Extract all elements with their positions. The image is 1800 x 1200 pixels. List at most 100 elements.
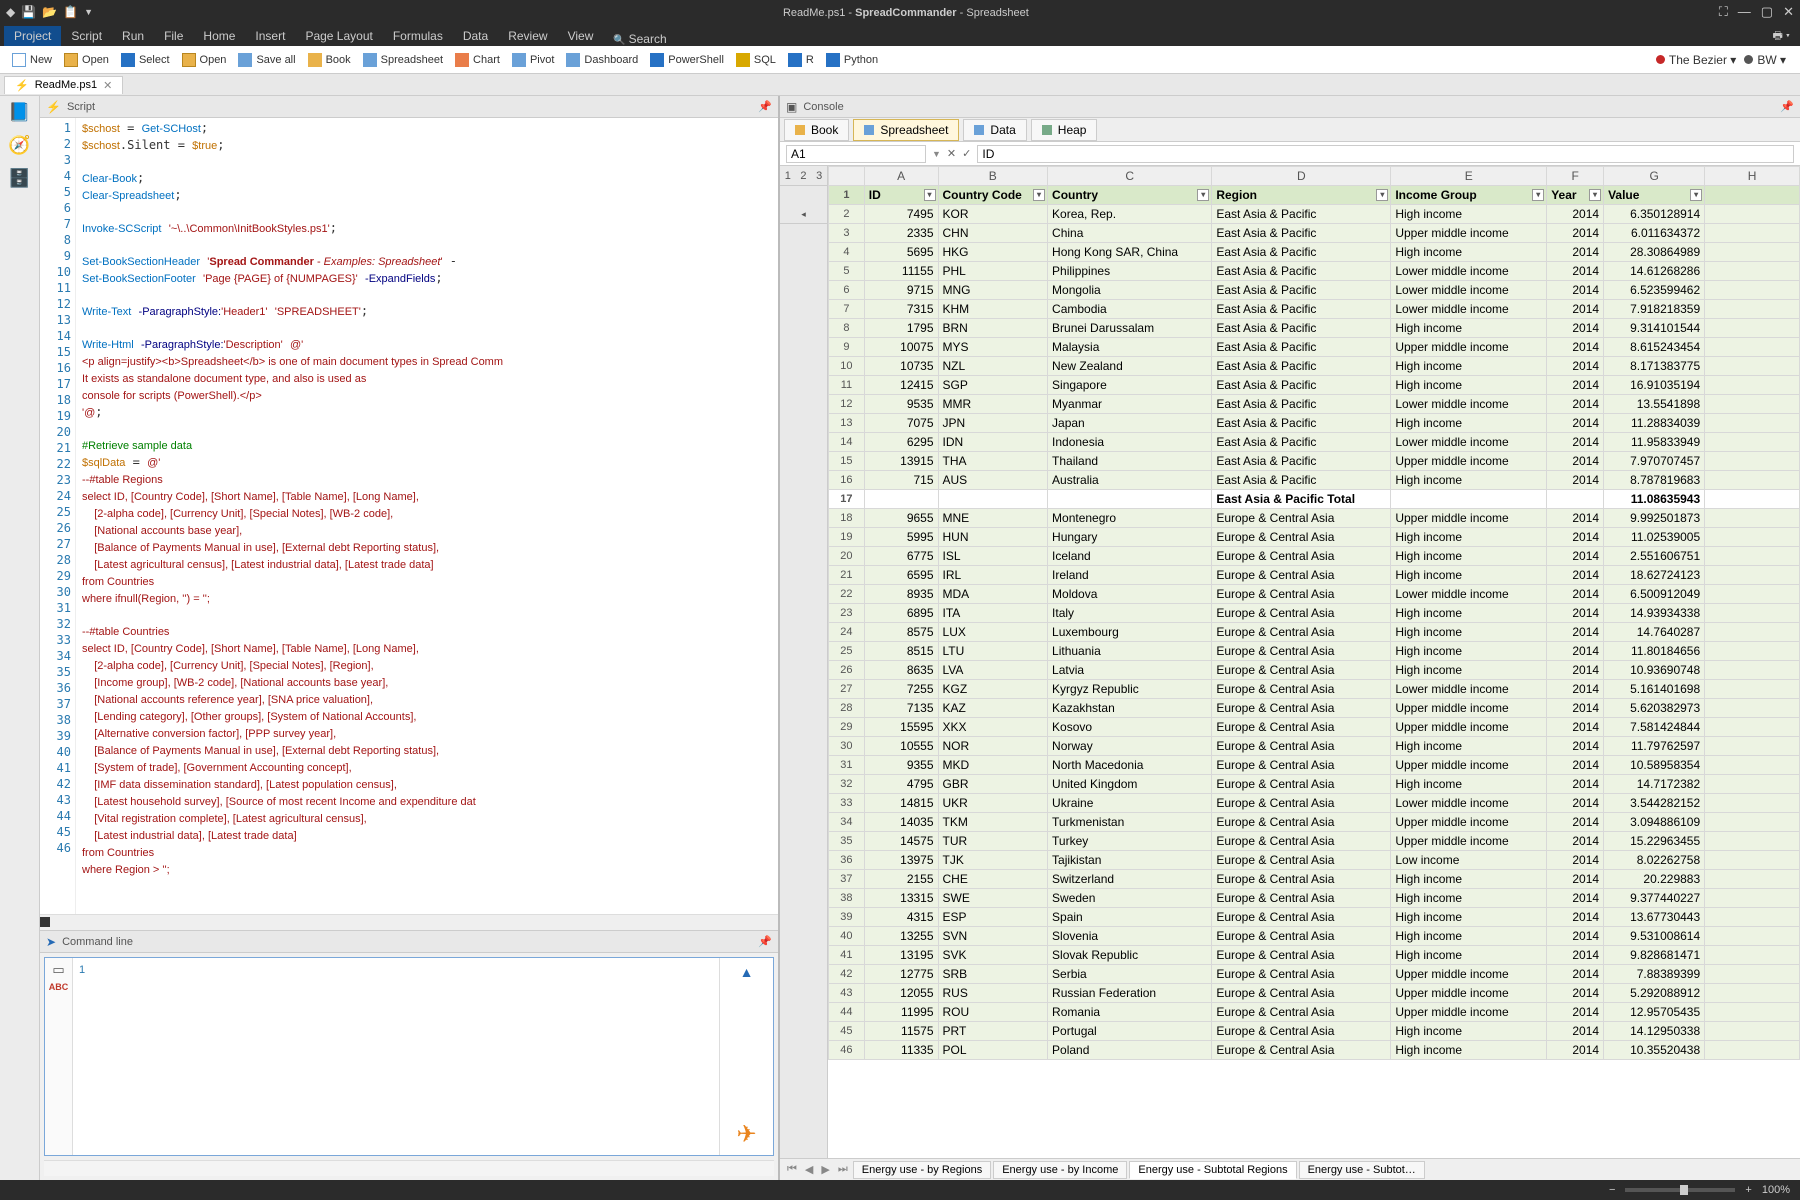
row-header[interactable]: 16 — [829, 471, 865, 490]
outline-collapse-icon[interactable]: ◂ — [801, 209, 806, 220]
table-row[interactable]: 3514575TURTurkeyEurope & Central AsiaUpp… — [829, 832, 1800, 851]
chart-button[interactable]: Chart — [449, 50, 506, 70]
table-row[interactable]: 27495KORKorea, Rep.East Asia & PacificHi… — [829, 205, 1800, 224]
r-button[interactable]: R — [782, 50, 820, 70]
table-row[interactable]: 4212775SRBSerbiaEurope & Central AsiaUpp… — [829, 965, 1800, 984]
col-header[interactable]: G — [1604, 167, 1705, 186]
open-button[interactable]: Open — [176, 50, 233, 70]
pivot-button[interactable]: Pivot — [506, 50, 560, 70]
col-header[interactable]: D — [1212, 167, 1391, 186]
close-icon[interactable]: ✕ — [1783, 4, 1794, 20]
python-button[interactable]: Python — [820, 50, 884, 70]
table-row[interactable]: 268635LVALatviaEurope & Central AsiaHigh… — [829, 661, 1800, 680]
row-header[interactable]: 29 — [829, 718, 865, 737]
row-header[interactable]: 11 — [829, 376, 865, 395]
new-button[interactable]: New — [6, 50, 58, 70]
row-header[interactable]: 45 — [829, 1022, 865, 1041]
maximize-icon[interactable]: ▢ — [1761, 4, 1773, 20]
table-header-cell[interactable]: Region▾ — [1212, 186, 1391, 205]
table-row[interactable]: 4411995ROURomaniaEurope & Central AsiaUp… — [829, 1003, 1800, 1022]
fullscreen-icon[interactable]: ⛶ — [1719, 4, 1728, 20]
filter-icon[interactable]: ▾ — [924, 189, 936, 201]
row-header[interactable]: 32 — [829, 775, 865, 794]
table-row[interactable]: 3813315SWESwedenEurope & Central AsiaHig… — [829, 889, 1800, 908]
editor-content[interactable]: $schost = Get-SCHost; $schost.Silent = $… — [76, 118, 778, 914]
map-tool-icon[interactable]: 🧭 — [8, 135, 30, 156]
book-button[interactable]: Book — [302, 50, 357, 70]
cmdline-ruler-icon[interactable]: ▭ — [52, 962, 64, 978]
row-header[interactable]: 46 — [829, 1041, 865, 1060]
table-row[interactable]: 1112415SGPSingaporeEast Asia & PacificHi… — [829, 376, 1800, 395]
row-header[interactable]: 35 — [829, 832, 865, 851]
sheet-nav-first[interactable]: ⏮ — [784, 1163, 800, 1176]
row-header[interactable]: 20 — [829, 547, 865, 566]
zoom-in-icon[interactable]: + — [1745, 1184, 1751, 1196]
table-row[interactable]: 81795BRNBrunei DarussalamEast Asia & Pac… — [829, 319, 1800, 338]
row-header[interactable]: 15 — [829, 452, 865, 471]
table-row[interactable]: 3613975TJKTajikistanEurope & Central Asi… — [829, 851, 1800, 870]
table-row[interactable]: 16715AUSAustraliaEast Asia & PacificHigh… — [829, 471, 1800, 490]
table-row[interactable]: 77315KHMCambodiaEast Asia & PacificLower… — [829, 300, 1800, 319]
theme-bw[interactable]: BW ▾ — [1744, 53, 1786, 67]
table-row[interactable]: 394315ESPSpainEurope & Central AsiaHigh … — [829, 908, 1800, 927]
spreadsheet-button[interactable]: Spreadsheet — [357, 50, 449, 70]
ribbon-tab-project[interactable]: Project — [4, 26, 61, 46]
row-header[interactable]: 21 — [829, 566, 865, 585]
filter-icon[interactable]: ▾ — [1589, 189, 1601, 201]
table-row[interactable]: 910075MYSMalaysiaEast Asia & PacificUppe… — [829, 338, 1800, 357]
table-header-cell[interactable]: Country Code▾ — [938, 186, 1048, 205]
row-header[interactable]: 33 — [829, 794, 865, 813]
db-tool-icon[interactable]: 🗄️ — [8, 168, 30, 189]
cmdline-send-icon[interactable]: ✈ — [736, 1120, 756, 1149]
qat-paste-icon[interactable]: 📋 — [63, 5, 78, 19]
row-header[interactable]: 10 — [829, 357, 865, 376]
row-header[interactable]: 28 — [829, 699, 865, 718]
row-header[interactable]: 31 — [829, 756, 865, 775]
cmdline-abc-icon[interactable]: ABC — [49, 982, 69, 992]
viewtab-spreadsheet[interactable]: Spreadsheet — [853, 119, 959, 141]
row-header[interactable]: 34 — [829, 813, 865, 832]
sheet-tab[interactable]: Energy use - by Income — [993, 1161, 1127, 1179]
table-row[interactable]: 287135KAZKazakhstanEurope & Central Asia… — [829, 699, 1800, 718]
table-row[interactable]: 3010555NORNorwayEurope & Central AsiaHig… — [829, 737, 1800, 756]
table-row[interactable]: 1010735NZLNew ZealandEast Asia & Pacific… — [829, 357, 1800, 376]
ribbon-tab-home[interactable]: Home — [193, 26, 245, 46]
zoom-slider[interactable] — [1625, 1188, 1735, 1192]
ribbon-tab-data[interactable]: Data — [453, 26, 498, 46]
table-header-cell[interactable]: Value▾ — [1604, 186, 1705, 205]
sheet-tab[interactable]: Energy use - by Regions — [853, 1161, 991, 1179]
ribbon-tab-run[interactable]: Run — [112, 26, 154, 46]
row-header[interactable]: 22 — [829, 585, 865, 604]
sheet-nav-next[interactable]: ▶ — [818, 1163, 832, 1176]
row-header[interactable]: 7 — [829, 300, 865, 319]
table-row[interactable]: 324795GBRUnited KingdomEurope & Central … — [829, 775, 1800, 794]
table-row[interactable]: 277255KGZKyrgyz RepublicEurope & Central… — [829, 680, 1800, 699]
table-row[interactable]: 4511575PRTPortugalEurope & Central AsiaH… — [829, 1022, 1800, 1041]
table-row[interactable]: 258515LTULithuaniaEurope & Central AsiaH… — [829, 642, 1800, 661]
table-row[interactable]: 189655MNEMontenegroEurope & Central Asia… — [829, 509, 1800, 528]
powershell-button[interactable]: PowerShell — [644, 50, 730, 70]
row-header[interactable]: 30 — [829, 737, 865, 756]
row-header[interactable]: 19 — [829, 528, 865, 547]
zoom-out-icon[interactable]: − — [1609, 1184, 1615, 1196]
col-header[interactable]: F — [1547, 167, 1604, 186]
row-header[interactable]: 12 — [829, 395, 865, 414]
row-header[interactable]: 17 — [829, 490, 865, 509]
row-header[interactable]: 18 — [829, 509, 865, 528]
select-button[interactable]: Select — [115, 50, 176, 70]
row-header[interactable]: 5 — [829, 262, 865, 281]
viewtab-heap[interactable]: Heap — [1031, 119, 1098, 141]
table-header-cell[interactable]: ID▾ — [864, 186, 938, 205]
cmdline-input[interactable]: 1 — [73, 958, 719, 1155]
book-tool-icon[interactable]: 📘 — [8, 102, 30, 123]
filter-icon[interactable]: ▾ — [1197, 189, 1209, 201]
ribbon-tab-view[interactable]: View — [558, 26, 604, 46]
table-row[interactable]: 137075JPNJapanEast Asia & PacificHigh in… — [829, 414, 1800, 433]
save-all-button[interactable]: Save all — [232, 50, 301, 70]
ribbon-tab-page-layout[interactable]: Page Layout — [295, 26, 382, 46]
table-header-cell[interactable]: Income Group▾ — [1391, 186, 1547, 205]
viewtab-data[interactable]: Data — [963, 119, 1026, 141]
sheet-nav-last[interactable]: ⏭ — [835, 1163, 851, 1176]
filter-icon[interactable]: ▾ — [1690, 189, 1702, 201]
col-header[interactable]: B — [938, 167, 1048, 186]
